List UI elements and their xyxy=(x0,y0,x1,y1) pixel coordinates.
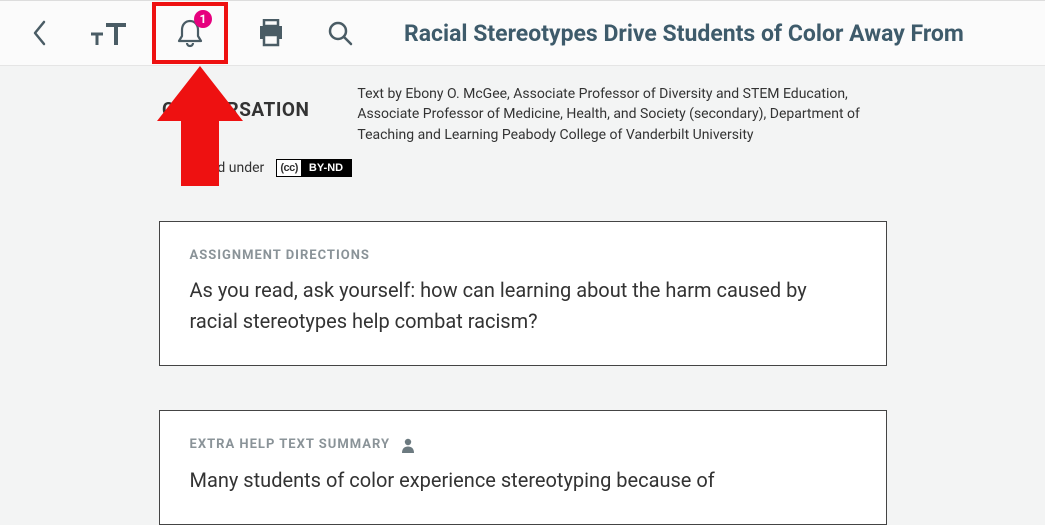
license-badge[interactable]: (cc) BY-ND xyxy=(276,159,352,177)
search-icon xyxy=(327,20,353,46)
content-area: CONVERSATION Text by Ebony O. McGee, Ass… xyxy=(0,66,1045,525)
byline-text: Text by Ebony O. McGee, Associate Profes… xyxy=(357,84,887,145)
back-button[interactable] xyxy=(10,3,70,63)
card-label: EXTRA HELP TEXT SUMMARY xyxy=(190,437,856,453)
card-body: As you read, ask yourself: how can learn… xyxy=(190,275,856,337)
notification-badge: 1 xyxy=(194,10,212,28)
search-button[interactable] xyxy=(310,3,370,63)
chevron-left-icon xyxy=(32,20,48,46)
person-icon xyxy=(400,437,416,453)
extra-help-card: EXTRA HELP TEXT SUMMARY Many students of… xyxy=(159,410,887,525)
source-logo: CONVERSATION xyxy=(162,98,309,121)
card-body: Many students of color experience stereo… xyxy=(190,465,856,496)
license-prefix: ed under xyxy=(210,160,264,176)
page-title: Racial Stereotypes Drive Students of Col… xyxy=(404,20,964,47)
assignment-directions-card: ASSIGNMENT DIRECTIONS As you read, ask y… xyxy=(159,221,887,366)
notifications-button[interactable]: 1 xyxy=(152,2,228,64)
print-button[interactable] xyxy=(232,3,310,63)
toolbar: 1 Racial Stereotypes Drive Students of C… xyxy=(0,0,1045,66)
license-row: ed under (cc) BY-ND xyxy=(210,159,1045,177)
source-block: CONVERSATION Text by Ebony O. McGee, Ass… xyxy=(162,66,1045,145)
text-size-button[interactable] xyxy=(70,3,148,63)
card-label: ASSIGNMENT DIRECTIONS xyxy=(190,248,856,263)
text-size-icon xyxy=(90,19,128,47)
print-icon xyxy=(256,19,286,47)
